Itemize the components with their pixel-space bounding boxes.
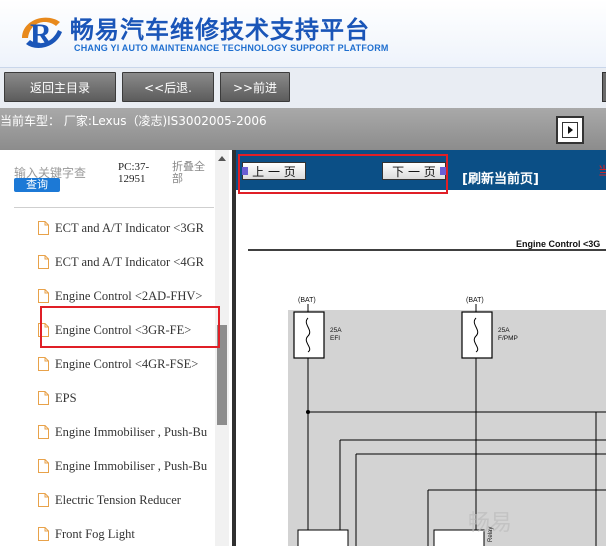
tree-item-label: ECT and A/T Indicator <3GR [55,220,204,235]
tree-item[interactable]: Electric Tension Reducer [38,490,181,510]
site-title: 畅易汽车维修技术支持平台 [70,16,370,44]
fuse-2-amp: 25A [498,327,510,334]
document-icon [38,425,49,439]
tree-item[interactable]: Engine Immobiliser , Push-Bu [38,456,207,476]
fuse-1-name: EFI [330,335,340,342]
site-subtitle: CHANG YI AUTO MAINTENANCE TECHNOLOGY SUP… [74,43,389,53]
tree-item[interactable]: ECT and A/T Indicator <4GR [38,252,204,272]
tree-scrollbar[interactable] [215,150,229,546]
tree-item-label: Engine Immobiliser , Push-Bu [55,458,208,473]
fuse-2-name: F/PMP [498,335,518,342]
tree-item[interactable]: Engine Immobiliser , Push-Bu [38,422,207,442]
back-button[interactable]: <<后退. [122,72,214,102]
pc-count: PC:37- 12951 [118,161,150,185]
fuse-1-amp: 25A [330,327,342,334]
clipped-label: 当 [598,162,606,178]
tree-item[interactable]: Front Fog Light [38,524,135,544]
tree-item[interactable]: ECT and A/T Indicator <3GR [38,218,204,238]
app-header: R 畅易汽车维修技术支持平台 CHANG YI AUTO MAINTENANCE… [0,0,606,68]
diagram-shaded-area [288,310,606,546]
panel-divider [14,207,214,208]
document-icon [38,221,49,235]
watermark: 畅易 [468,511,512,536]
tree-item-label: ECT and A/T Indicator <4GR [55,254,204,269]
document-icon [38,255,49,269]
tree-panel: 输入关键字查 查询 PC:37- 12951 折叠全 部 ECT and A/T… [0,150,232,546]
document-icon [38,459,49,473]
bat-label-1: (BAT) [298,297,316,304]
wiring-diagram: Engine Control <3G (BAT) 25A EFI (BAT) 2… [248,239,606,546]
tree-item-label: Engine Control <4GR-FSE> [55,356,199,371]
tree-item-label: Engine Immobiliser , Push-Bu [55,424,208,439]
diagram-title: Engine Control <3G [516,239,600,249]
toolbar-highlight [238,154,448,194]
home-button[interactable]: 返回主目录 [4,72,116,102]
brand-logo-icon: R [22,17,62,51]
svg-text:R: R [30,18,52,51]
toggle-arrow-icon [562,122,578,138]
nav-edge-button[interactable] [602,72,606,102]
scroll-up-icon[interactable] [218,156,226,161]
search-area: 输入关键字查 查询 PC:37- 12951 折叠全 部 [0,150,232,200]
tree-item-label: Electric Tension Reducer [55,492,181,507]
tree-item[interactable]: Engine Control <2AD-FHV> [38,286,202,306]
tree-item-label: EPS [55,390,77,405]
bat-label-2: (BAT) [466,297,484,304]
document-icon [38,391,49,405]
document-icon [38,289,49,303]
document-icon [38,357,49,371]
relay-box-1 [297,529,349,546]
document-viewer: 上 一 页 下 一 页 [刷新当前页] 当 Engine Control <3G… [232,150,606,546]
tree-item[interactable]: EPS [38,388,77,408]
nav-bar: 返回主目录 <<后退. >>前进 [0,68,606,108]
tree-item[interactable]: Engine Control <4GR-FSE> [38,354,198,374]
forward-button[interactable]: >>前进 [220,72,290,102]
tree-item-label: Engine Control <2AD-FHV> [55,288,203,303]
document-icon [38,527,49,541]
search-button[interactable]: 查询 [14,178,60,192]
collapse-all-link[interactable]: 折叠全 部 [172,161,212,185]
current-model-label: 当前车型： 厂家:Lexus（凌志)IS3002005-2006 [0,114,267,128]
panel-toggle-button[interactable] [556,116,584,144]
document-icon [38,493,49,507]
tree-item-label: Front Fog Light [55,526,135,541]
selection-highlight [40,306,220,348]
refresh-page-link[interactable]: [刷新当前页] [462,168,539,187]
model-info-bar: 当前车型： 厂家:Lexus（凌志)IS3002005-2006 [0,108,606,150]
